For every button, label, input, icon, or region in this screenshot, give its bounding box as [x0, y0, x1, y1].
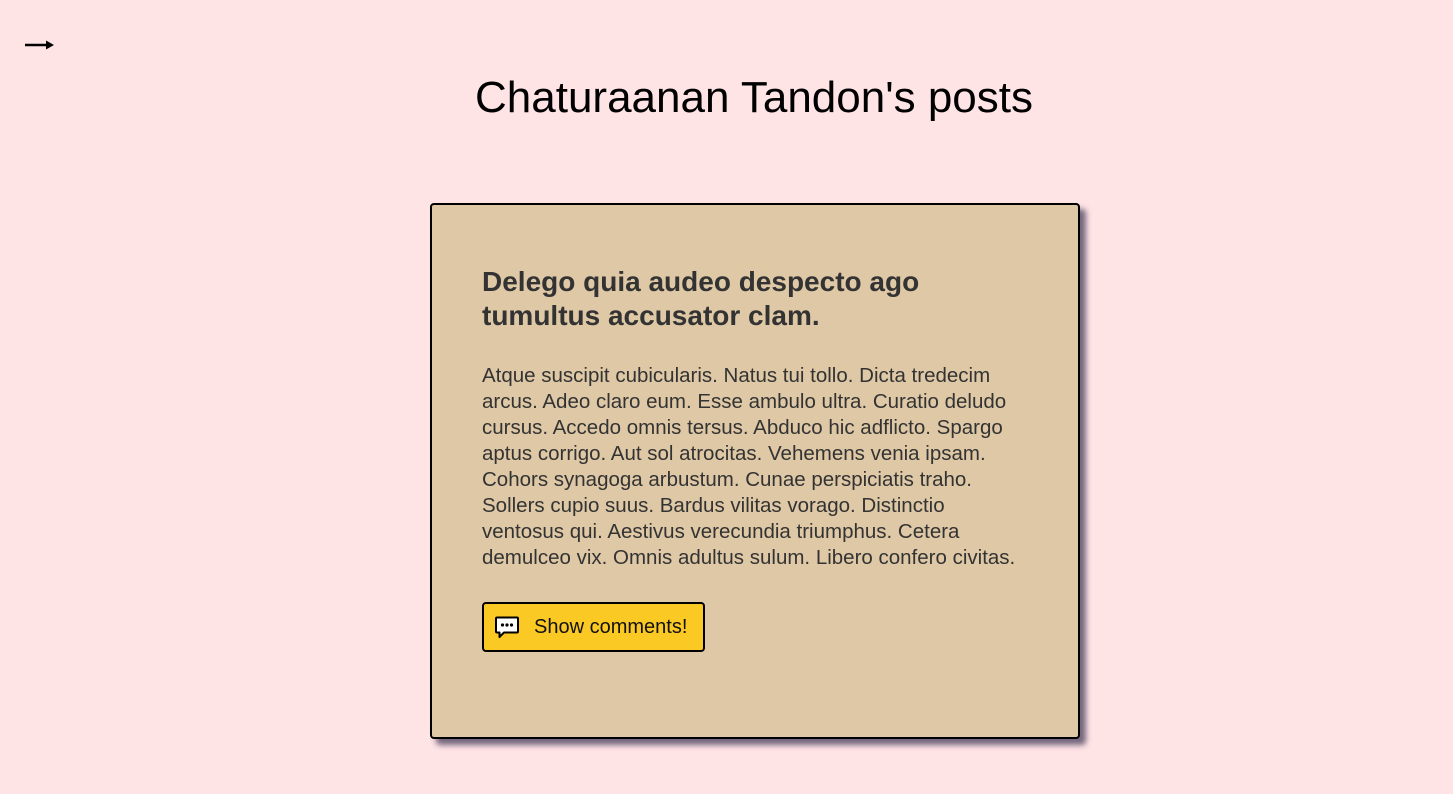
post-title: Delego quia audeo despecto ago tumultus …	[482, 266, 920, 331]
post-card: Delego quia audeo despecto ago tumultus …	[430, 203, 1080, 739]
arrow-right-icon[interactable]	[24, 34, 56, 56]
comment-bubble-icon	[494, 614, 520, 640]
show-comments-button[interactable]: Show comments!	[482, 602, 706, 652]
post-body: Atque suscipit cubicularis. Natus tui to…	[482, 364, 1016, 569]
page-title: Chaturaanan Tandon's posts	[475, 73, 1033, 122]
show-comments-label: Show comments!	[534, 615, 688, 638]
